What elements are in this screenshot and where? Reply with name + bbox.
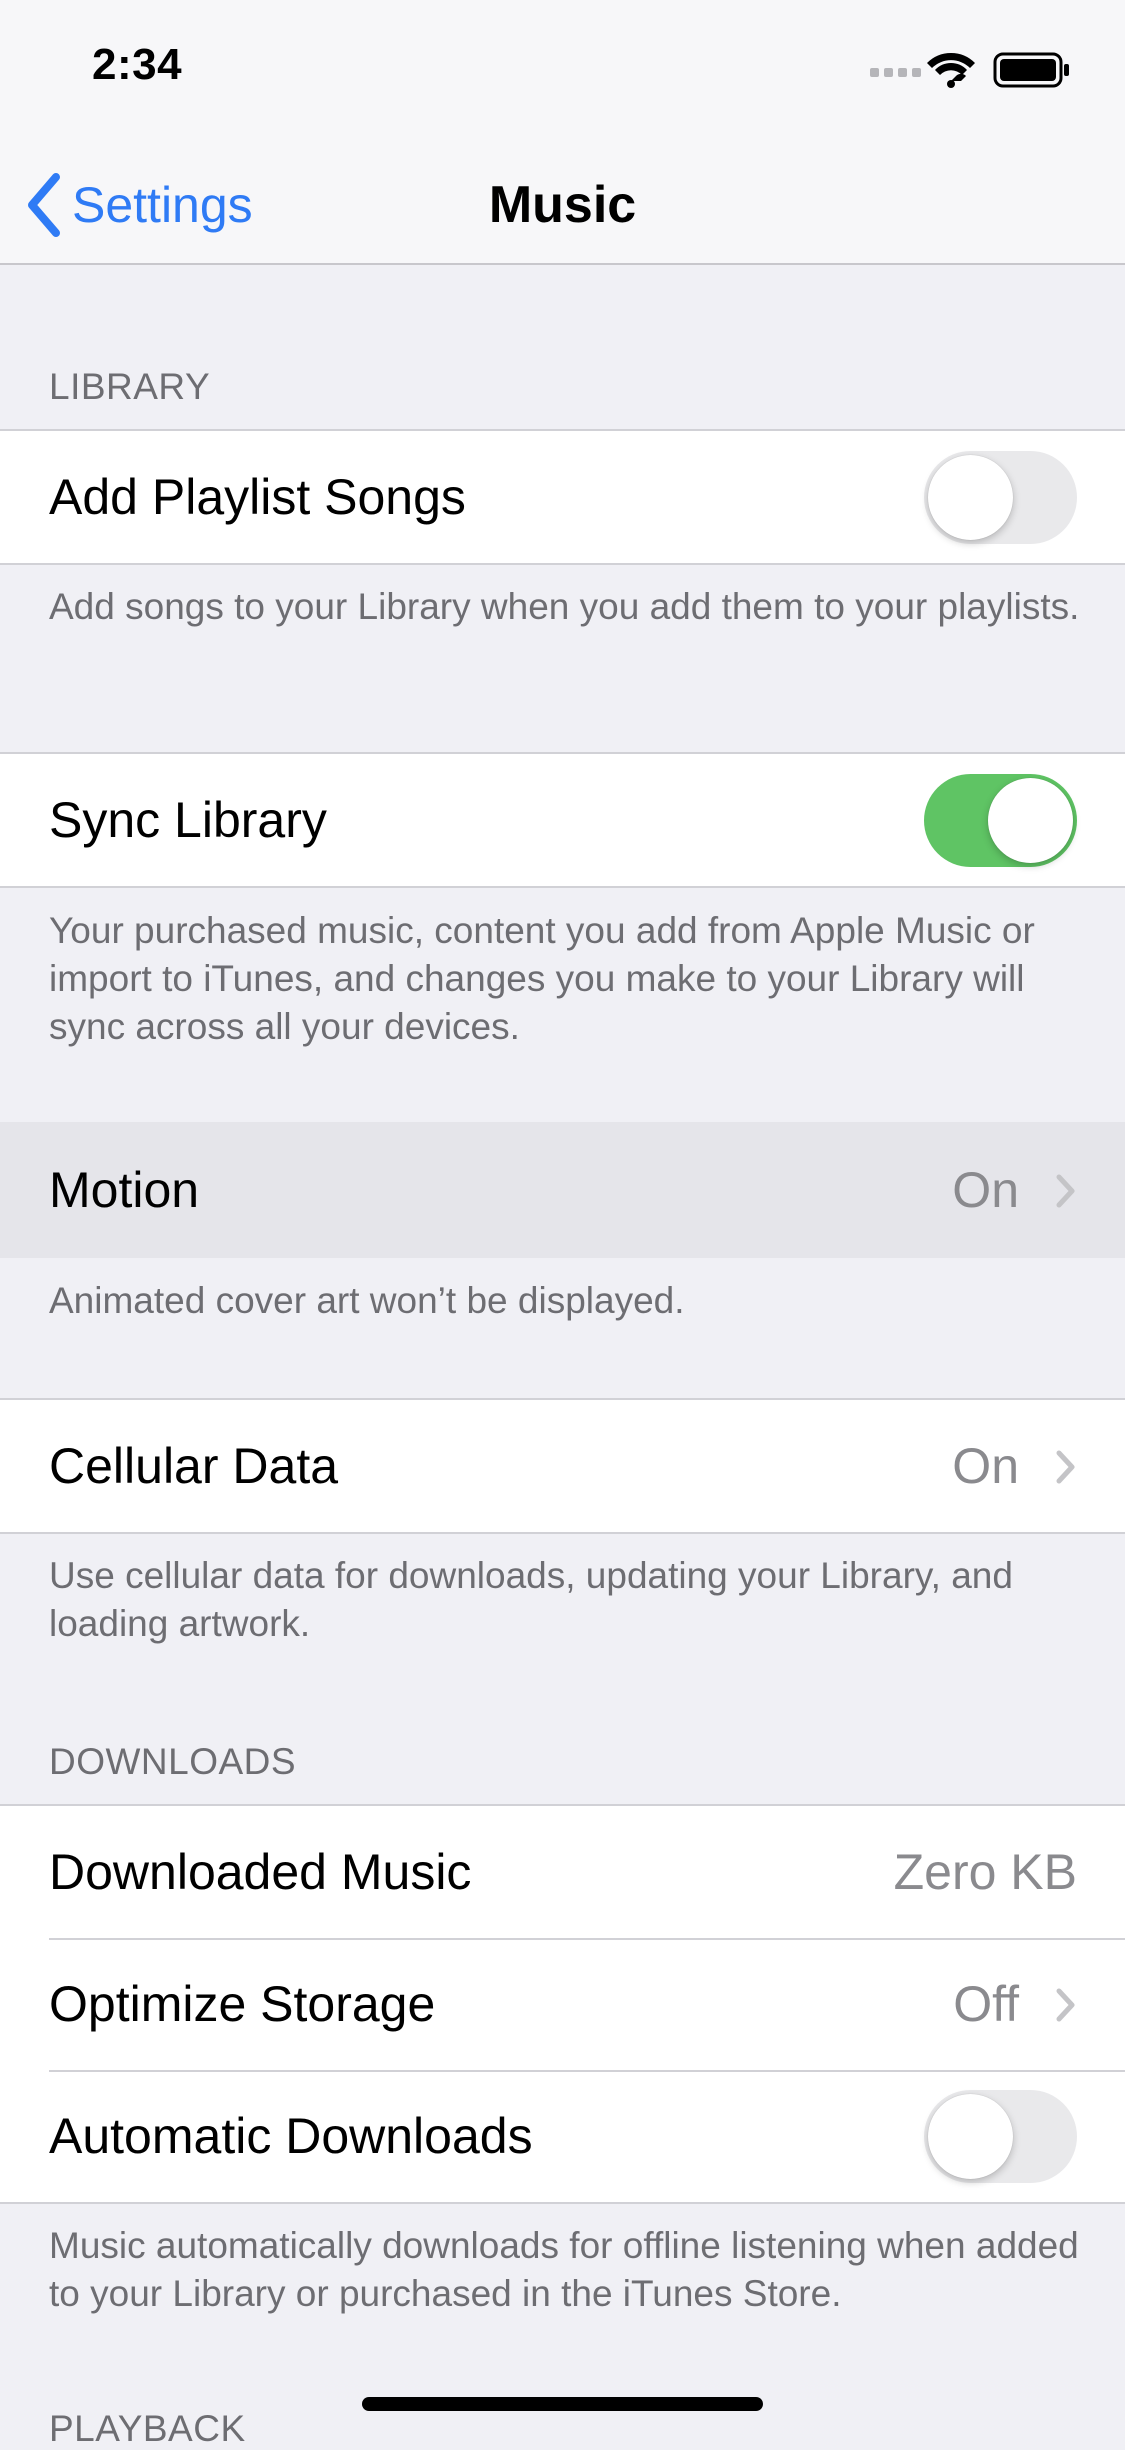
page-title: Music: [488, 176, 637, 234]
group-cellular: Cellular Data On: [0, 1398, 1125, 1534]
status-time: 2:34: [92, 40, 183, 89]
row-motion[interactable]: Motion On: [0, 1124, 1125, 1256]
cellular-signal-icon: [870, 68, 921, 77]
downloaded-music-value: Zero KB: [893, 1844, 1077, 1900]
automatic-downloads-label: Automatic Downloads: [49, 2108, 533, 2164]
section-header-library: LIBRARY: [49, 366, 211, 407]
navigation-bar: Settings Music: [0, 140, 1125, 265]
section-header-downloads: DOWNLOADS: [49, 1741, 297, 1782]
group-motion: Motion On: [0, 1122, 1125, 1258]
group-add-playlist: Add Playlist Songs: [0, 429, 1125, 565]
chevron-right-icon: [1056, 1450, 1075, 1484]
optimize-storage-value: Off: [953, 1976, 1019, 2032]
row-optimize-storage[interactable]: Optimize Storage Off: [0, 1938, 1125, 2070]
group-sync-library: Sync Library: [0, 752, 1125, 888]
cellular-footer: Use cellular data for downloads, updatin…: [49, 1555, 1013, 1644]
home-indicator[interactable]: [362, 2397, 763, 2411]
row-automatic-downloads: Automatic Downloads: [0, 2070, 1125, 2202]
motion-footer: Animated cover art won’t be displayed.: [49, 1280, 685, 1321]
row-sync-library: Sync Library: [0, 754, 1125, 886]
downloaded-music-label: Downloaded Music: [49, 1844, 472, 1900]
chevron-right-icon: [1056, 1174, 1075, 1208]
row-add-playlist-songs: Add Playlist Songs: [0, 431, 1125, 563]
row-downloaded-music[interactable]: Downloaded Music Zero KB: [0, 1806, 1125, 1938]
motion-label: Motion: [49, 1162, 200, 1218]
add-playlist-footer: Add songs to your Library when you add t…: [49, 586, 1080, 627]
cellular-data-value: On: [952, 1438, 1019, 1494]
chevron-right-icon: [1056, 1988, 1075, 2022]
section-header-playback: PLAYBACK: [49, 2408, 246, 2449]
status-bar: 2:34: [0, 0, 1125, 140]
wifi-icon: [927, 53, 975, 88]
optimize-storage-label: Optimize Storage: [49, 1976, 436, 2032]
sync-library-label: Sync Library: [49, 792, 327, 848]
cellular-data-label: Cellular Data: [49, 1438, 339, 1494]
sync-library-footer: Your purchased music, content you add fr…: [49, 910, 1035, 1047]
sync-library-toggle[interactable]: [924, 774, 1077, 867]
battery-icon: [993, 52, 1069, 88]
toggle-knob: [928, 455, 1013, 540]
motion-value: On: [952, 1162, 1019, 1218]
downloads-footer: Music automatically downloads for offlin…: [49, 2225, 1079, 2314]
group-downloads: Downloaded Music Zero KB Optimize Storag…: [0, 1804, 1125, 2204]
automatic-downloads-toggle[interactable]: [924, 2090, 1077, 2183]
add-playlist-songs-label: Add Playlist Songs: [49, 469, 466, 525]
row-cellular-data[interactable]: Cellular Data On: [0, 1400, 1125, 1532]
toggle-knob: [988, 778, 1073, 863]
toggle-knob: [928, 2094, 1013, 2179]
add-playlist-songs-toggle[interactable]: [924, 451, 1077, 544]
status-icons: [870, 48, 1080, 92]
